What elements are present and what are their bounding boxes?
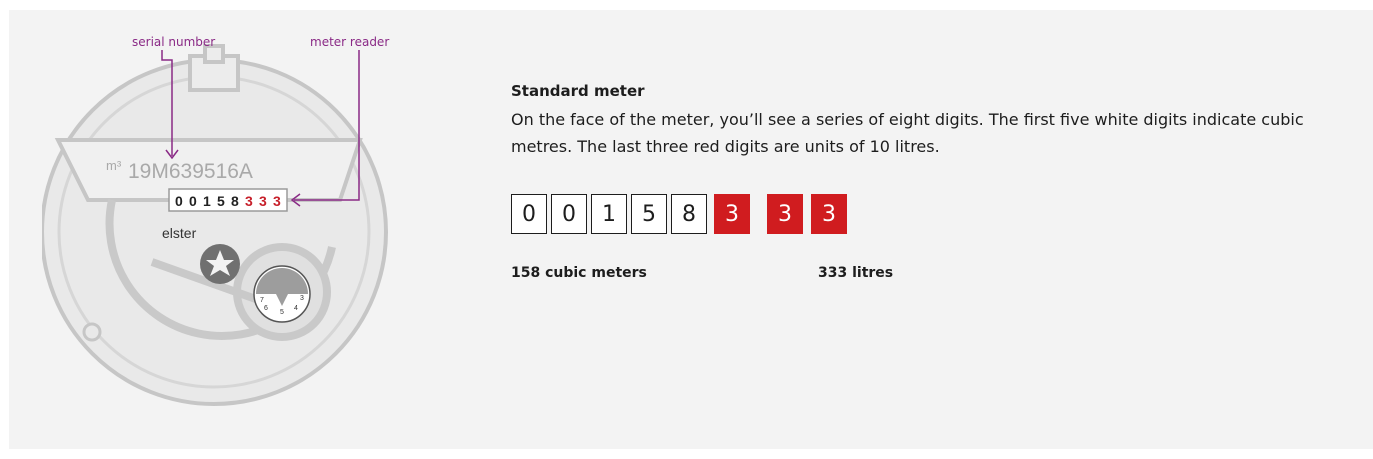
- info-title: Standard meter: [511, 82, 645, 100]
- counter-window: [168, 188, 288, 212]
- white-digit: 0: [551, 194, 587, 234]
- info-description: On the face of the meter, you’ll see a s…: [511, 110, 1304, 156]
- red-digit: 3: [767, 194, 803, 234]
- counter-white-digit: 0: [175, 193, 183, 209]
- brand-label: elster: [162, 225, 197, 241]
- dial-number: 4: [294, 305, 298, 312]
- caption-litres: 333 litres: [818, 265, 894, 281]
- white-digit: 5: [631, 194, 667, 234]
- counter-white-digit: 8: [231, 193, 239, 209]
- meter-illustration: m³ 19M639516A 00158333 elster 76543 seri…: [42, 32, 442, 412]
- counter-red-digit: 3: [245, 193, 253, 209]
- dial-number: 6: [264, 305, 268, 312]
- white-digit: 8: [671, 194, 707, 234]
- white-digit: 1: [591, 194, 627, 234]
- dial-number: 3: [300, 295, 304, 302]
- red-digit: 3: [811, 194, 847, 234]
- serial-unit: m³: [106, 158, 122, 173]
- serial-number: 19M639516A: [128, 160, 253, 183]
- counter-red-digit: 3: [259, 193, 267, 209]
- serial-number-label: serial number: [132, 35, 215, 49]
- meter-info: Standard meter On the face of the meter,…: [511, 82, 1331, 160]
- counter-white-digit: 0: [189, 193, 197, 209]
- counter-red-digit: 3: [273, 193, 281, 209]
- dial-number: 7: [260, 297, 264, 304]
- counter-white-digit: 1: [203, 193, 211, 209]
- counter-white-digit: 5: [217, 193, 225, 209]
- meter-body: [42, 44, 388, 406]
- dial-number: 5: [280, 309, 284, 316]
- meter-reader-label: meter reader: [310, 35, 389, 49]
- red-digit: 3: [714, 194, 750, 234]
- white-digit: 0: [511, 194, 547, 234]
- caption-cubic-meters: 158 cubic meters: [511, 265, 647, 281]
